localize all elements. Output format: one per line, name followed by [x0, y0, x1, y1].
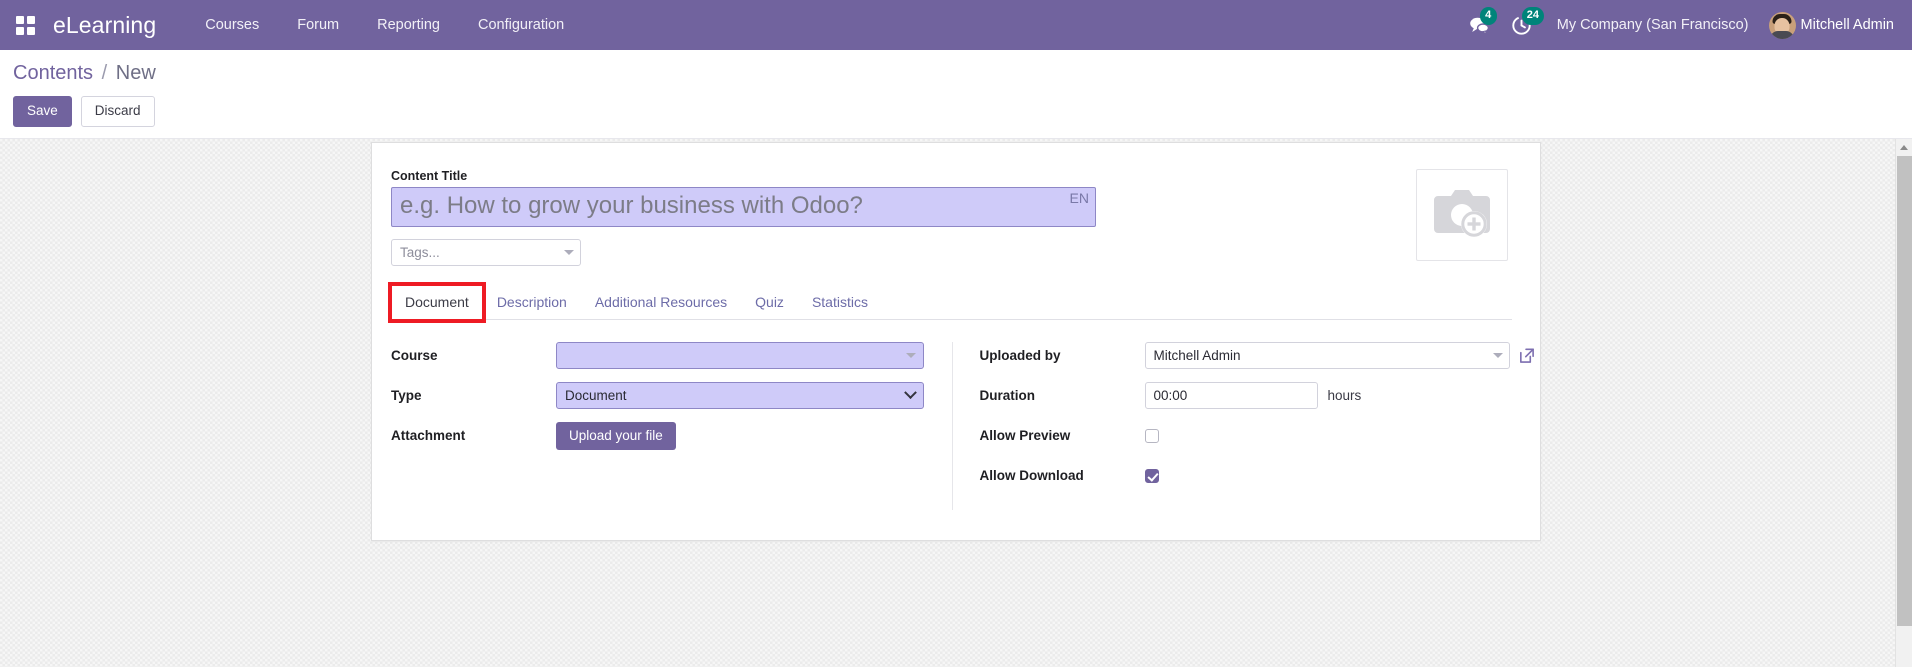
- messages-button[interactable]: 4: [1459, 0, 1501, 50]
- chevron-up-icon: [1900, 145, 1908, 150]
- record-sheet: Content Title EN Tags...: [371, 142, 1541, 541]
- breadcrumb-new: New: [115, 62, 156, 84]
- vertical-scrollbar[interactable]: [1895, 139, 1912, 667]
- menu-item-reporting[interactable]: Reporting: [358, 0, 459, 50]
- menu-item-forum[interactable]: Forum: [278, 0, 358, 50]
- type-select[interactable]: Document: [556, 382, 924, 409]
- open-uploaded-by-record-button[interactable]: [1517, 346, 1536, 365]
- tags-input[interactable]: Tags...: [391, 239, 581, 266]
- record-action-buttons: Save Discard: [13, 96, 1912, 128]
- uploaded-by-field-cell: Mitchell Admin: [1144, 342, 1536, 369]
- user-menu-button[interactable]: Mitchell Admin: [1763, 0, 1904, 50]
- user-avatar: [1768, 11, 1796, 39]
- chevron-down-icon: [906, 353, 916, 358]
- breadcrumb: Contents / New: [13, 63, 1912, 83]
- allow-preview-field-cell: [1144, 422, 1536, 449]
- tab-document[interactable]: Document: [388, 282, 486, 323]
- notebook: Document Description Additional Resource…: [388, 282, 1534, 510]
- notebook-tab-bar: Document Description Additional Resource…: [388, 282, 1512, 323]
- type-label: Type: [391, 388, 422, 403]
- content-title-label: Content Title: [391, 169, 468, 183]
- duration-unit-label: hours: [1327, 388, 1362, 403]
- type-field-cell: Document: [556, 382, 924, 409]
- top-navbar: eLearning Courses Forum Reporting Config…: [0, 0, 1912, 50]
- duration-field-cell: hours: [1144, 382, 1536, 409]
- image-upload-button[interactable]: [1416, 169, 1508, 261]
- course-select[interactable]: [556, 342, 924, 369]
- attachment-field-cell: Upload your file: [556, 422, 924, 450]
- save-button[interactable]: Save: [13, 96, 72, 128]
- uploaded-by-value: Mitchell Admin: [1153, 348, 1241, 363]
- upload-your-file-button[interactable]: Upload your file: [556, 422, 676, 450]
- menu-item-courses[interactable]: Courses: [186, 0, 278, 50]
- language-badge-en[interactable]: EN: [1070, 190, 1089, 206]
- navbar-right-tools: 4 24 My Company (San Francisco) Mitchell…: [1459, 0, 1904, 50]
- chevron-down-icon: [1492, 353, 1503, 358]
- duration-label: Duration: [979, 388, 1036, 403]
- tab-quiz[interactable]: Quiz: [741, 285, 798, 320]
- tab-statistics[interactable]: Statistics: [798, 285, 882, 320]
- tab-description[interactable]: Description: [483, 285, 581, 320]
- tab-panel-document: Course Type Document Attachment Upload y…: [391, 320, 1534, 510]
- duration-input[interactable]: [1144, 382, 1318, 409]
- activities-count-badge: 24: [1521, 7, 1544, 25]
- uploaded-by-input[interactable]: Mitchell Admin: [1144, 342, 1510, 369]
- form-column-right: Uploaded by Mitchell Admin Duration 00:0…: [951, 342, 1534, 510]
- activities-button[interactable]: 24: [1501, 0, 1544, 50]
- external-link-icon: [1519, 348, 1534, 363]
- allow-preview-label: Allow Preview: [979, 428, 1071, 443]
- form-content-area: Content Title EN Tags...: [0, 139, 1912, 667]
- allow-download-checkbox[interactable]: [1144, 468, 1159, 483]
- chevron-down-icon: [564, 250, 574, 255]
- attachment-label: Attachment: [391, 428, 466, 443]
- apps-menu-button[interactable]: [8, 0, 42, 50]
- uploaded-by-label: Uploaded by: [979, 348, 1061, 363]
- menu-item-configuration[interactable]: Configuration: [459, 0, 583, 50]
- breadcrumb-separator: /: [101, 62, 108, 84]
- form-column-left: Course Type Document Attachment Upload y…: [391, 342, 952, 510]
- content-title-input[interactable]: [391, 187, 1096, 227]
- sheet-header-row: Content Title EN Tags...: [391, 169, 1512, 266]
- camera-plus-icon: [1434, 190, 1490, 237]
- allow-preview-checkbox[interactable]: [1144, 428, 1159, 443]
- course-field-cell: [556, 342, 924, 369]
- scroll-up-button[interactable]: [1896, 139, 1912, 156]
- company-switcher[interactable]: My Company (San Francisco): [1543, 0, 1763, 50]
- content-title-wrapper: EN: [391, 187, 1096, 227]
- apps-grid-icon: [15, 15, 35, 35]
- title-and-tags-block: Content Title EN Tags...: [391, 169, 1151, 266]
- main-menu: Courses Forum Reporting Configuration: [186, 0, 583, 50]
- chevron-down-icon: [904, 386, 917, 400]
- tab-additional-resources[interactable]: Additional Resources: [581, 285, 741, 320]
- discard-button[interactable]: Discard: [80, 96, 155, 128]
- allow-download-field-cell: [1144, 462, 1536, 489]
- app-brand-elearning[interactable]: eLearning: [53, 12, 156, 39]
- allow-download-label: Allow Download: [979, 468, 1084, 483]
- messages-count-badge: 4: [1479, 7, 1497, 25]
- breadcrumb-contents[interactable]: Contents: [13, 62, 93, 84]
- type-value: Document: [565, 388, 627, 403]
- user-name-label: Mitchell Admin: [1800, 17, 1894, 33]
- scrollbar-thumb[interactable]: [1897, 156, 1912, 626]
- control-panel: Contents / New Save Discard: [0, 50, 1912, 139]
- course-label: Course: [391, 348, 438, 363]
- tags-placeholder-label: Tags...: [400, 245, 440, 260]
